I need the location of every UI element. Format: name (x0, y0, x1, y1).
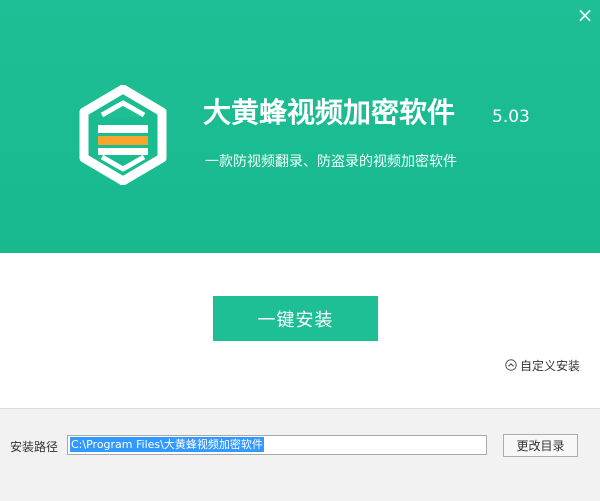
header-banner: × 大黄蜂视频加密软件 5.03 一款防视频翻录、防盗录的视频加密软件 (0, 0, 600, 253)
app-version: 5.03 (492, 107, 530, 127)
hexagon-shield-logo-icon (79, 85, 167, 185)
custom-install-label: 自定义安装 (520, 358, 581, 373)
close-button[interactable]: × (574, 4, 596, 26)
chevron-up-circle-icon (505, 359, 517, 371)
install-path-input[interactable]: C:\Program Files\大黄蜂视频加密软件 (67, 435, 487, 455)
app-subtitle: 一款防视频翻录、防盗录的视频加密软件 (205, 154, 457, 170)
close-icon: × (576, 3, 594, 27)
install-path-bar: 安装路径 C:\Program Files\大黄蜂视频加密软件 更改目录 (0, 408, 600, 501)
install-path-value: C:\Program Files\大黄蜂视频加密软件 (70, 437, 264, 452)
install-path-label: 安装路径 (10, 440, 59, 454)
one-click-install-button[interactable]: 一键安装 (213, 296, 378, 341)
app-title: 大黄蜂视频加密软件 (203, 96, 456, 129)
custom-install-toggle[interactable]: 自定义安装 (505, 356, 580, 374)
install-panel: 一键安装 自定义安装 (0, 253, 600, 408)
change-directory-button[interactable]: 更改目录 (503, 434, 578, 457)
